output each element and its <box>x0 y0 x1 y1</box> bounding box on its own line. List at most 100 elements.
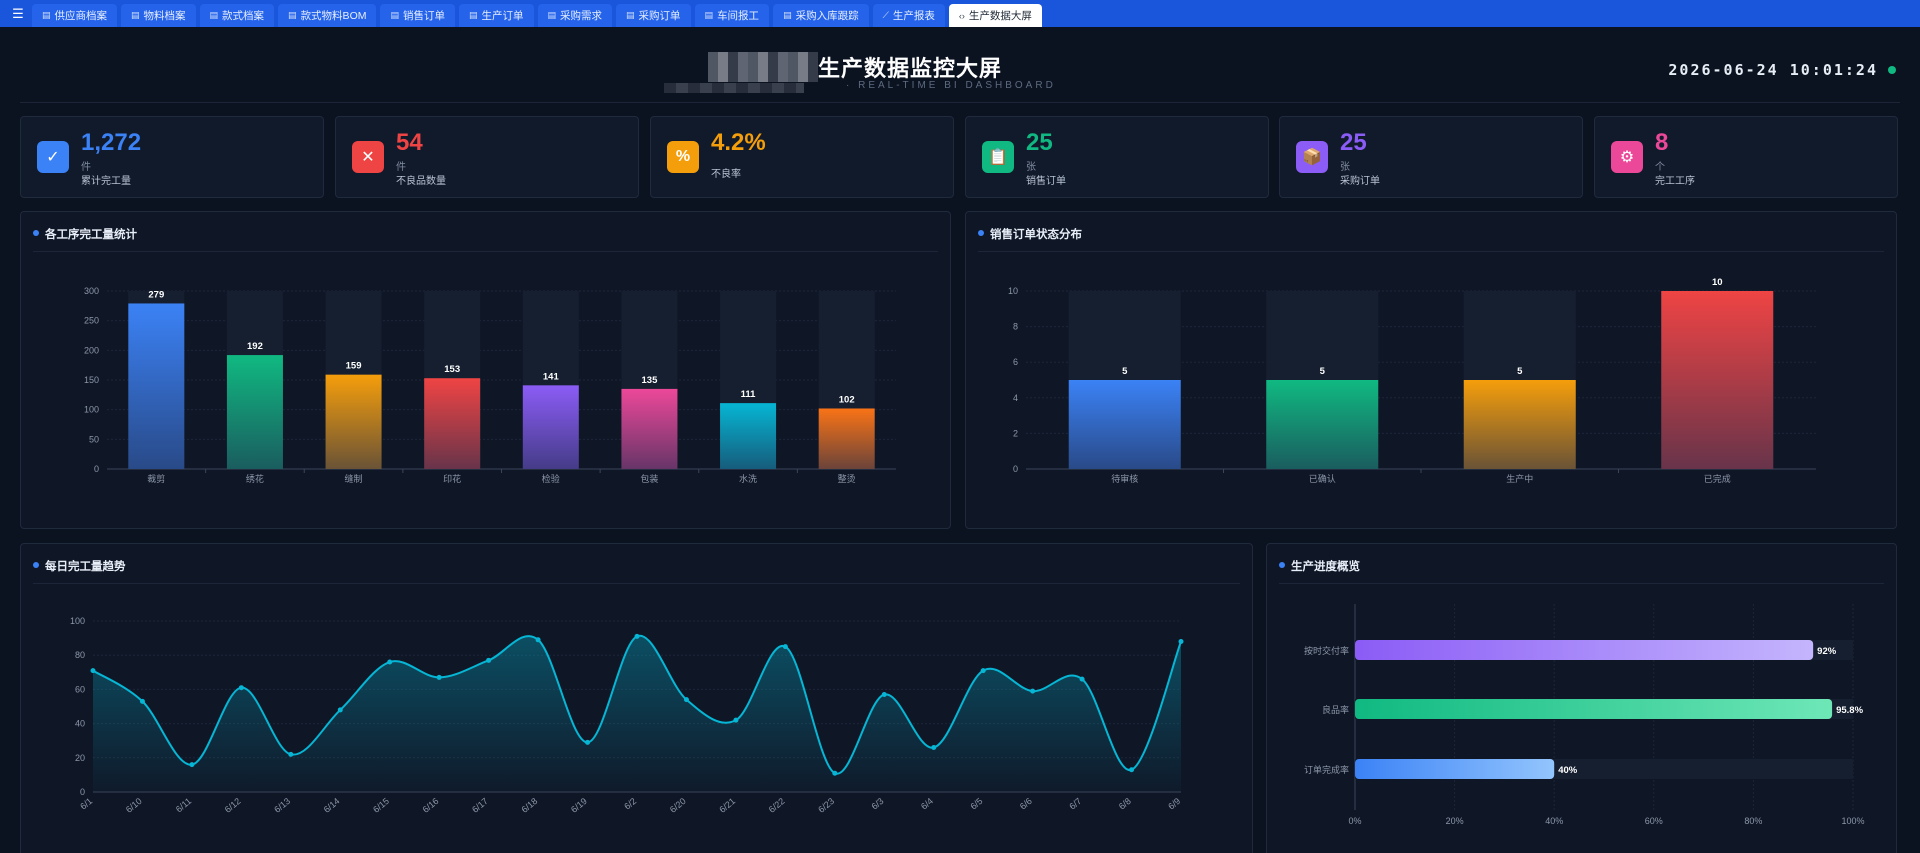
x-tick-label: 待审核 <box>1111 473 1138 484</box>
trend-point <box>337 707 343 713</box>
tab-11[interactable]: ‹› 生产数据大屏 <box>948 4 1042 27</box>
y-tick-label: 50 <box>89 434 99 444</box>
kpi-unit: 张 <box>1340 162 1350 173</box>
trend-point <box>980 668 986 674</box>
trend-point <box>634 633 640 639</box>
y-tick-label: 150 <box>84 375 99 385</box>
x-tick-label: 已完成 <box>1704 473 1731 484</box>
trend-area <box>93 635 1181 792</box>
x-tick-label: 6/20 <box>668 796 688 815</box>
table-icon: ▤ <box>547 10 557 20</box>
x-tick-label: 6/10 <box>124 796 144 815</box>
tab-7[interactable]: ▤ 采购订单 <box>616 4 691 27</box>
tab-label: 款式物料BOM <box>300 10 367 22</box>
bar <box>424 378 481 469</box>
bar <box>1068 380 1181 469</box>
tab-2[interactable]: ▤ 款式档案 <box>199 4 275 27</box>
tab-3[interactable]: ▤ 款式物料BOM <box>278 4 377 27</box>
bar-value-label: 135 <box>642 375 659 386</box>
x-tick-label: 6/4 <box>919 796 935 812</box>
tab-label: 采购需求 <box>560 10 603 22</box>
table-icon: ▤ <box>626 10 635 20</box>
trend-point <box>436 674 442 680</box>
trend-point <box>832 770 838 776</box>
daily-trend-chart: 0 20 40 60 80 100 6/1 6/10 6/11 6/12 6/13 6/14 6/15 6… <box>70 616 1184 815</box>
trend-point <box>486 657 492 663</box>
x-tick-label: 6/16 <box>421 796 441 815</box>
code-icon: ‹› <box>958 10 965 21</box>
table-icon: ▤ <box>131 10 140 20</box>
kpi-icon: ✕ <box>352 141 384 173</box>
trend-point <box>1079 676 1085 682</box>
table-icon: ⟋ <box>882 10 889 20</box>
tab-8[interactable]: ▤ 车间报工 <box>694 4 770 27</box>
kpi-label: 不良品数量 <box>396 176 446 187</box>
x-tick-label: 6/12 <box>223 796 243 815</box>
tab-1[interactable]: ▤ 物料档案 <box>121 4 196 27</box>
x-tick-label: 印花 <box>443 473 461 484</box>
tab-5[interactable]: ▤ 生产订单 <box>459 4 534 27</box>
y-tick-label: 40 <box>75 719 85 729</box>
kpi-value: 8 <box>1655 129 1669 156</box>
y-tick-label: 200 <box>84 345 99 355</box>
x-tick-label: 绣花 <box>246 473 264 484</box>
progress-fill <box>1355 759 1555 779</box>
live-clock: 2026-06-24 10:01:24 <box>1668 61 1878 79</box>
x-tick-label: 40% <box>1545 816 1563 826</box>
x-tick-label: 检验 <box>542 473 560 484</box>
table-icon: ▤ <box>209 10 219 20</box>
x-tick-label: 6/2 <box>622 796 638 812</box>
trend-point <box>1178 639 1184 645</box>
trend-point <box>139 698 145 704</box>
kpi-label: 销售订单 <box>1026 176 1066 187</box>
tab-9[interactable]: ▤ 采购入库跟踪 <box>773 4 869 27</box>
table-icon: ▤ <box>390 10 399 20</box>
tab-label: 采购订单 <box>638 10 681 22</box>
y-tick-label: 10 <box>1008 286 1018 296</box>
tab-4[interactable]: ▤ 销售订单 <box>380 4 455 27</box>
progress-category-label: 按时交付率 <box>1304 645 1349 656</box>
kpi-label: 采购订单 <box>1340 176 1380 187</box>
x-tick-label: 6/19 <box>569 796 589 815</box>
bar-value-label: 159 <box>346 361 362 372</box>
x-tick-label: 0% <box>1348 816 1361 826</box>
tab-10[interactable]: ⟋ 生产报表 <box>872 4 945 27</box>
table-icon: ▤ <box>469 10 478 20</box>
x-tick-label: 6/5 <box>968 796 984 812</box>
x-tick-label: 6/23 <box>816 796 836 815</box>
table-icon: ▤ <box>704 10 714 20</box>
kpi-card-2: % 4.2% 不良率 <box>650 116 954 198</box>
company-name-blurred <box>664 83 804 93</box>
tab-label: 生产报表 <box>892 10 935 22</box>
menu-icon[interactable]: ☰ <box>4 0 32 27</box>
trend-point <box>387 659 393 665</box>
tab-6[interactable]: ▤ 采购需求 <box>537 4 613 27</box>
x-tick-label: 已确认 <box>1309 473 1336 484</box>
y-tick-label: 0 <box>80 787 85 797</box>
tab-label: 采购入库跟踪 <box>795 10 859 22</box>
tab-list: ▤ 供应商档案 ▤ 物料档案 ▤ 款式档案 ▤ 款式物料BOM ▤ 销售订单 ▤ 生产订单 ▤ 采购需求 ▤… <box>32 4 1046 27</box>
progress-category-label: 良品率 <box>1322 704 1349 715</box>
x-tick-label: 生产中 <box>1506 473 1533 484</box>
trend-point <box>585 739 591 745</box>
kpi-unit: 个 <box>1655 162 1665 173</box>
x-tick-label: 6/11 <box>174 796 193 814</box>
x-tick-label: 100% <box>1841 816 1864 826</box>
kpi-unit: 件 <box>81 162 91 173</box>
tab-label: 车间报工 <box>717 10 760 22</box>
bar <box>1661 291 1774 469</box>
bar <box>226 355 283 469</box>
x-tick-label: 6/9 <box>1166 796 1182 812</box>
process-output-chart: 0 50 100 150 200 250 300 279 裁剪 192 绣花 159 缝制 153 印花 14… <box>84 286 896 484</box>
progress-value-label: 40% <box>1558 765 1578 776</box>
page-subtitle: · REAL-TIME BI DASHBOARD <box>846 80 1056 91</box>
bar <box>1463 380 1576 469</box>
bar <box>325 374 382 469</box>
x-tick-label: 20% <box>1446 816 1464 826</box>
tab-0[interactable]: ▤ 供应商档案 <box>32 4 118 27</box>
x-tick-label: 6/8 <box>1117 796 1133 812</box>
kpi-card-1: ✕ 54 件不良品数量 <box>335 116 639 198</box>
x-tick-label: 整烫 <box>838 473 856 484</box>
y-tick-label: 6 <box>1013 357 1018 367</box>
kpi-card-0: ✓ 1,272 件累计完工量 <box>20 116 324 198</box>
